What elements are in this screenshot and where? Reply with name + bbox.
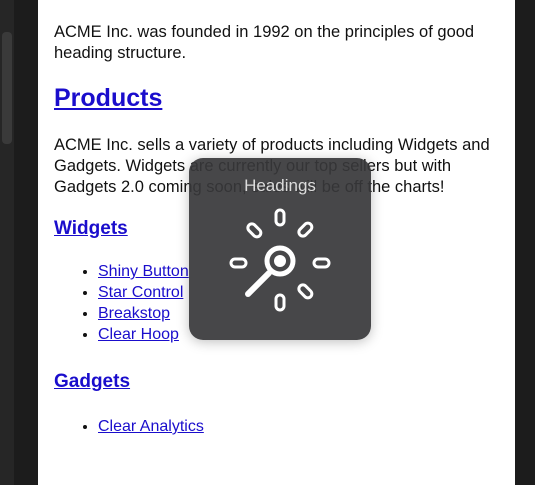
- widget-link-breakstop[interactable]: Breakstop: [98, 305, 170, 322]
- products-heading-link[interactable]: Products: [54, 84, 162, 112]
- gadget-link-clear-analytics[interactable]: Clear Analytics: [98, 418, 204, 435]
- intro-paragraph: ACME Inc. was founded in 1992 on the pri…: [54, 23, 475, 62]
- device-frame-right: [515, 0, 535, 485]
- widget-link-star-control[interactable]: Star Control: [98, 284, 183, 301]
- widget-link-shiny-button[interactable]: Shiny Button: [98, 263, 189, 280]
- list-item: Clear Analytics: [98, 416, 504, 437]
- gadgets-heading-link[interactable]: Gadgets: [54, 371, 130, 392]
- rotor-dial-icon: [229, 208, 331, 312]
- gadgets-heading: Gadgets: [54, 371, 504, 393]
- rotor-title: Headings: [244, 176, 316, 195]
- widgets-heading-link[interactable]: Widgets: [54, 218, 128, 239]
- gadgets-list: Clear Analytics: [54, 416, 504, 437]
- widget-link-clear-hoop[interactable]: Clear Hoop: [98, 326, 179, 343]
- products-heading: Products: [54, 84, 504, 113]
- voiceover-rotor[interactable]: Headings: [189, 158, 371, 340]
- device-side-button: [2, 32, 12, 144]
